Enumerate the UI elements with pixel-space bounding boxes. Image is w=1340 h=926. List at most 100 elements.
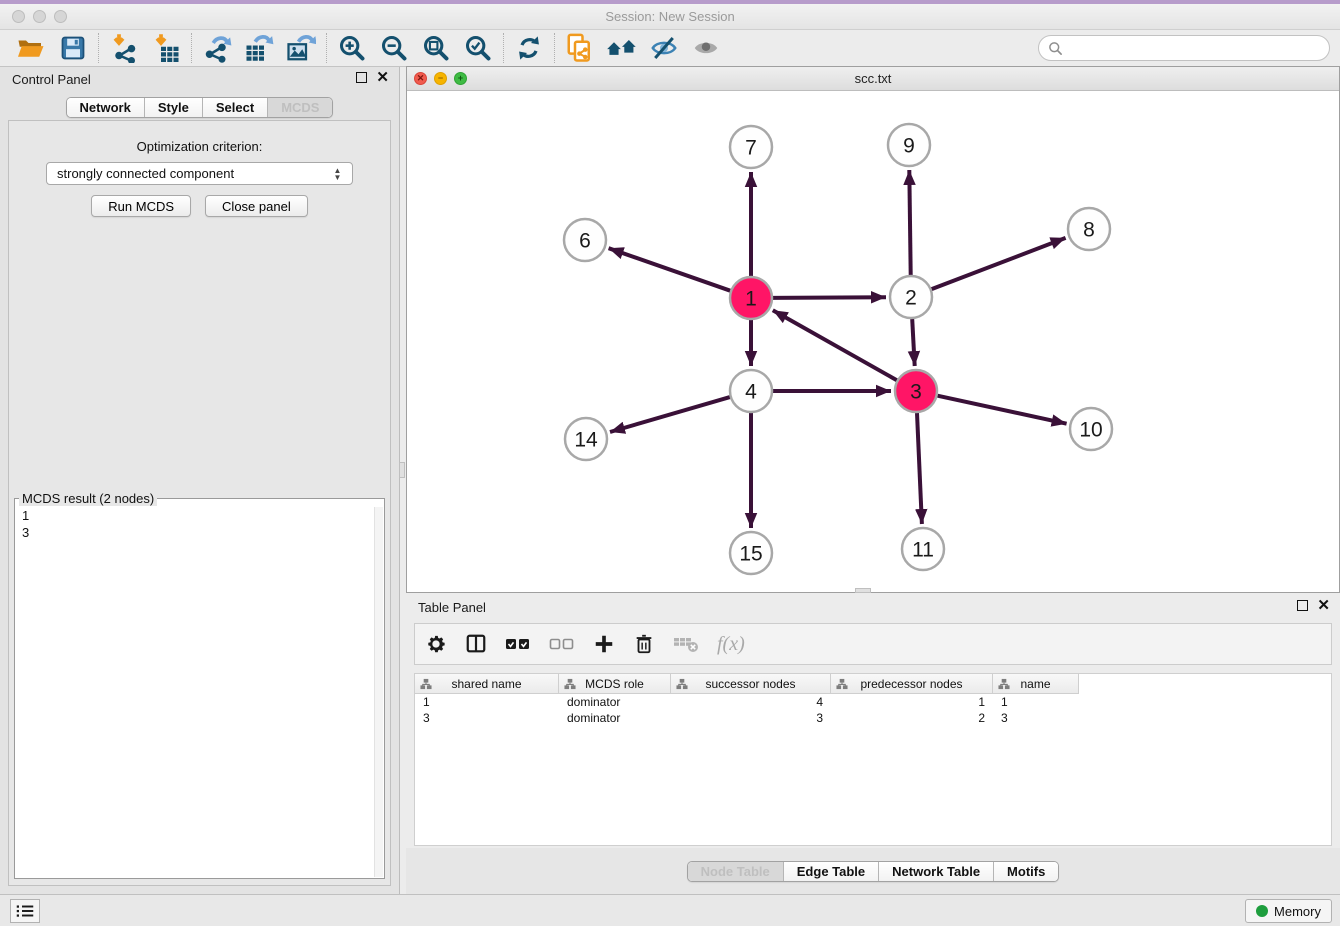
save-button[interactable] (52, 32, 94, 64)
houses-icon (606, 33, 638, 63)
table-cell: 1 (831, 694, 993, 710)
export-image-button[interactable] (280, 32, 322, 64)
graph-edge-3-11[interactable] (917, 413, 922, 524)
column-header-MCDS-role[interactable]: MCDS role (559, 674, 671, 694)
zoom-out-button[interactable] (373, 32, 415, 64)
tab-network-table[interactable]: Network Table (878, 862, 993, 881)
select-all-icon (505, 635, 531, 653)
export-image-icon (286, 33, 316, 63)
column-header-shared-name[interactable]: shared name (415, 674, 559, 694)
table-row[interactable]: 3dominator323 (415, 710, 1331, 726)
column-header-predecessor-nodes[interactable]: predecessor nodes (831, 674, 993, 694)
apply-layout-button[interactable] (508, 32, 550, 64)
graph-node-label-11: 11 (912, 538, 934, 561)
graph-node-label-14: 14 (574, 428, 598, 451)
column-header-successor-nodes[interactable]: successor nodes (671, 674, 831, 694)
horizontal-splitter-grip[interactable] (855, 588, 871, 593)
app-title: Session: New Session (0, 9, 1340, 24)
tab-network[interactable]: Network (67, 98, 144, 117)
import-table-button[interactable] (145, 32, 187, 64)
graph-edge-4-14[interactable] (610, 397, 730, 432)
zoom-selected-button[interactable] (457, 32, 499, 64)
vertical-splitter-grip[interactable] (399, 462, 405, 478)
table-cell: 1 (993, 694, 1079, 710)
graph-edge-2-9[interactable] (909, 170, 910, 275)
toolbar-separator (326, 33, 327, 63)
column-grip-icon (836, 678, 848, 690)
mcds-result-values: 1 3 (17, 506, 34, 542)
deselect-all-icon (549, 635, 575, 653)
close-table-panel-icon[interactable]: ✕ (1317, 600, 1330, 611)
tab-edge-table[interactable]: Edge Table (783, 862, 878, 881)
graph-edge-2-3[interactable] (912, 319, 915, 366)
table-tabbar: Node TableEdge TableNetwork TableMotifs (687, 861, 1060, 882)
graph-edge-2-8[interactable] (932, 238, 1066, 289)
zoom-in-icon (338, 34, 366, 62)
table-cell: 4 (671, 694, 831, 710)
graph-edge-1-2[interactable] (773, 297, 886, 298)
refresh-icon (515, 34, 543, 62)
network-canvas[interactable]: 1234678910111415 (407, 91, 1339, 592)
tab-mcds[interactable]: MCDS (267, 98, 332, 117)
save-icon (59, 34, 87, 62)
zoom-fit-button[interactable] (415, 32, 457, 64)
graph-node-label-15: 15 (739, 542, 762, 565)
delete-table-button[interactable] (673, 631, 699, 657)
graph-node-label-3: 3 (910, 380, 922, 403)
memory-label: Memory (1274, 904, 1321, 919)
import-network-button[interactable] (103, 32, 145, 64)
trash-icon (634, 633, 654, 655)
column-grip-icon (420, 678, 432, 690)
table-row[interactable]: 1dominator411 (415, 694, 1331, 710)
network-canvas-svg: 1234678910111415 (407, 91, 1339, 592)
status-bar: Memory (0, 894, 1340, 926)
close-panel-button[interactable]: Close panel (205, 195, 308, 217)
graph-edge-1-6[interactable] (609, 248, 731, 291)
column-header-name[interactable]: name (993, 674, 1079, 694)
export-network-button[interactable] (196, 32, 238, 64)
export-network-icon (202, 33, 232, 63)
criterion-dropdown[interactable]: strongly connected component ▲▼ (46, 162, 353, 185)
function-builder-button[interactable]: f(x) (717, 631, 745, 657)
search-box[interactable] (1038, 35, 1330, 61)
eye-slash-icon (649, 33, 679, 63)
search-input[interactable] (1068, 41, 1320, 56)
delete-column-button[interactable] (633, 631, 655, 657)
deselect-all-button[interactable] (549, 631, 575, 657)
hide-panels-button[interactable] (643, 32, 685, 64)
run-mcds-button[interactable]: Run MCDS (91, 195, 191, 217)
network-view-window: ✕ − + scc.txt 1234678910111415 (406, 66, 1340, 593)
table-cell: 3 (671, 710, 831, 726)
show-panels-button[interactable] (685, 32, 727, 64)
close-panel-icon[interactable]: ✕ (376, 72, 389, 83)
show-graphics-details-button[interactable] (601, 32, 643, 64)
float-table-panel-icon[interactable] (1297, 600, 1308, 611)
import-network-icon (109, 33, 139, 63)
result-scrollbar[interactable] (374, 507, 383, 877)
tab-node-table[interactable]: Node Table (688, 862, 783, 881)
split-panel-button[interactable] (465, 631, 487, 657)
zoom-in-button[interactable] (331, 32, 373, 64)
tab-select[interactable]: Select (202, 98, 267, 117)
memory-button[interactable]: Memory (1245, 899, 1332, 923)
export-table-icon (244, 33, 274, 63)
select-all-button[interactable] (505, 631, 531, 657)
task-history-button[interactable] (10, 899, 40, 923)
add-column-button[interactable] (593, 631, 615, 657)
graph-edge-3-1[interactable] (773, 310, 897, 380)
import-table-icon (151, 33, 181, 63)
tab-style[interactable]: Style (144, 98, 202, 117)
memory-status-icon (1256, 905, 1268, 917)
open-button[interactable] (10, 32, 52, 64)
table-settings-button[interactable] (425, 631, 447, 657)
graph-edge-3-10[interactable] (938, 396, 1067, 424)
export-table-button[interactable] (238, 32, 280, 64)
network-window-titlebar[interactable]: ✕ − + scc.txt (407, 67, 1339, 91)
tab-motifs[interactable]: Motifs (993, 862, 1058, 881)
float-panel-icon[interactable] (356, 72, 367, 83)
zoom-selected-icon (464, 34, 492, 62)
optimization-criterion-label: Optimization criterion: (9, 139, 390, 154)
duplicate-network-icon (565, 33, 595, 63)
table-cell: dominator (559, 694, 671, 710)
duplicate-network-button[interactable] (559, 32, 601, 64)
